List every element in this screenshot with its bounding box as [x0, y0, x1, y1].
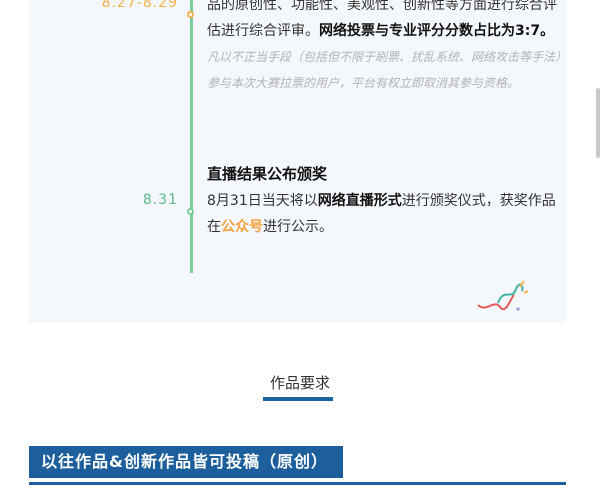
item1-note: 凡以不正当手段（包括但不限于刷票、扰乱系统、网络攻击等手法）参与本次大赛拉票的用…: [207, 50, 562, 90]
section-title-underline: [263, 397, 333, 401]
timeline-node-2: [187, 208, 194, 215]
confetti-decoration-icon: [477, 280, 529, 311]
item2-highlight: 公众号: [221, 219, 263, 235]
timeline-date-2: 8.31: [142, 192, 178, 208]
timeline-item-2-heading: 直播结果公布颁奖: [207, 165, 328, 183]
timeline-item-2-text: 8月31日当天将以网络直播形式进行颁奖仪式，获奖作品在公众号进行公示。: [207, 188, 562, 240]
item2-text-a: 8月31日当天将以: [207, 193, 318, 209]
item2-bold-text: 网络直播形式: [317, 193, 402, 209]
timeline-node-1: [187, 11, 194, 18]
item1-bold-text: 网络投票与专业评分分数占比为3:7。: [319, 23, 555, 39]
timeline-date-1: 8.27-8.29: [101, 0, 178, 11]
item2-text-c: 进行公示。: [263, 219, 333, 235]
section-title: 作品要求: [269, 374, 330, 392]
timeline-line: [190, 0, 193, 273]
timeline-item-1-text: 品的原创性、功能性、美观性、创新性等方面进行综合评估进行综合评审。网络投票与专业…: [207, 0, 562, 96]
banner-divider: [29, 482, 566, 485]
submission-banner: 以往作品&创新作品皆可投稿（原创）: [29, 446, 343, 478]
scrollbar[interactable]: [596, 88, 600, 158]
